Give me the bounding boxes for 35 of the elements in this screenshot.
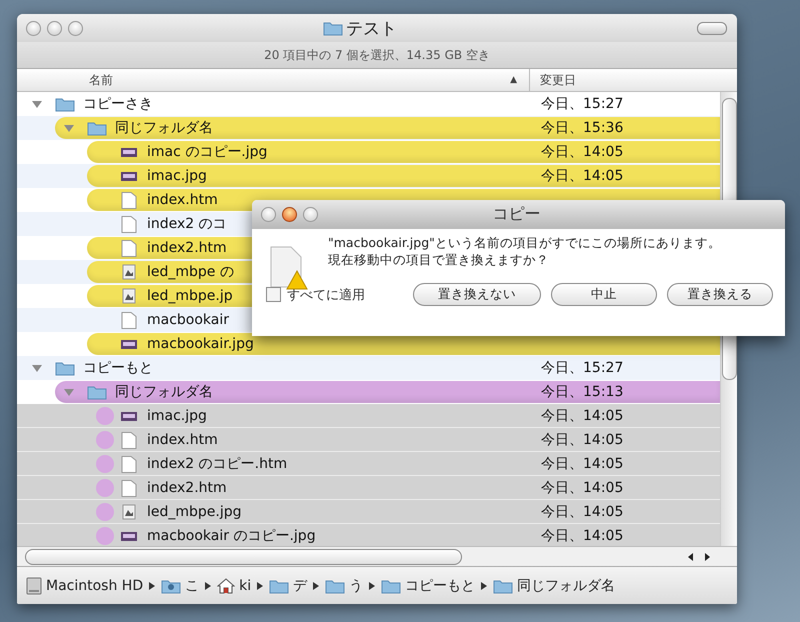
file-name: コピーさき (83, 95, 153, 113)
modified-date: 今日、15:36 (541, 120, 624, 136)
modified-date: 今日、14:05 (541, 144, 624, 160)
modified-date: 今日、14:05 (541, 168, 624, 184)
file-name: 同じフォルダ名 (115, 119, 213, 137)
modified-date: 今日、14:05 (541, 456, 624, 472)
file-name: index.htm (147, 432, 218, 448)
file-name: index.htm (147, 192, 218, 208)
modified-date: 今日、15:27 (541, 360, 624, 376)
dialog-title: コピー (492, 204, 542, 225)
modified-date: 今日、15:27 (541, 96, 624, 112)
file-name: index2.htm (147, 240, 227, 256)
window-title: テスト (346, 18, 397, 40)
modified-date: 今日、15:13 (541, 384, 624, 400)
file-name: 同じフォルダ名 (115, 383, 213, 401)
file-name: macbookair.jpg (147, 336, 254, 352)
modified-date: 今日、14:05 (541, 480, 624, 496)
dialog-message: "macbookair.jpg"という名前の項目がすでにこの場所にあります。現在移動中の項目で置き換えますか？ (328, 235, 722, 269)
file-name: led_mbpe.jpg (147, 504, 242, 520)
file-name: macbookair (147, 312, 230, 328)
file-name: imac.jpg (147, 408, 207, 424)
file-name: led_mbpe の (147, 263, 234, 281)
file-name: led_mbpe.jp (147, 288, 233, 304)
file-name: imac.jpg (147, 168, 207, 184)
file-name: index2 のコピー.htm (147, 455, 288, 473)
file-name: index2.htm (147, 480, 227, 496)
status-text: 20 項目中の 7 個を選択、14.35 GB 空き (264, 46, 490, 64)
modified-date: 今日、14:05 (541, 408, 624, 424)
modified-date: 今日、14:05 (541, 528, 624, 544)
file-name: コピーもと (83, 359, 153, 377)
file-name: index2 のコ (147, 215, 227, 233)
file-name: macbookair のコピー.jpg (147, 527, 316, 545)
modified-date: 今日、14:05 (541, 504, 624, 520)
modified-date: 今日、14:05 (541, 432, 624, 448)
file-name: imac のコピー.jpg (147, 143, 268, 161)
